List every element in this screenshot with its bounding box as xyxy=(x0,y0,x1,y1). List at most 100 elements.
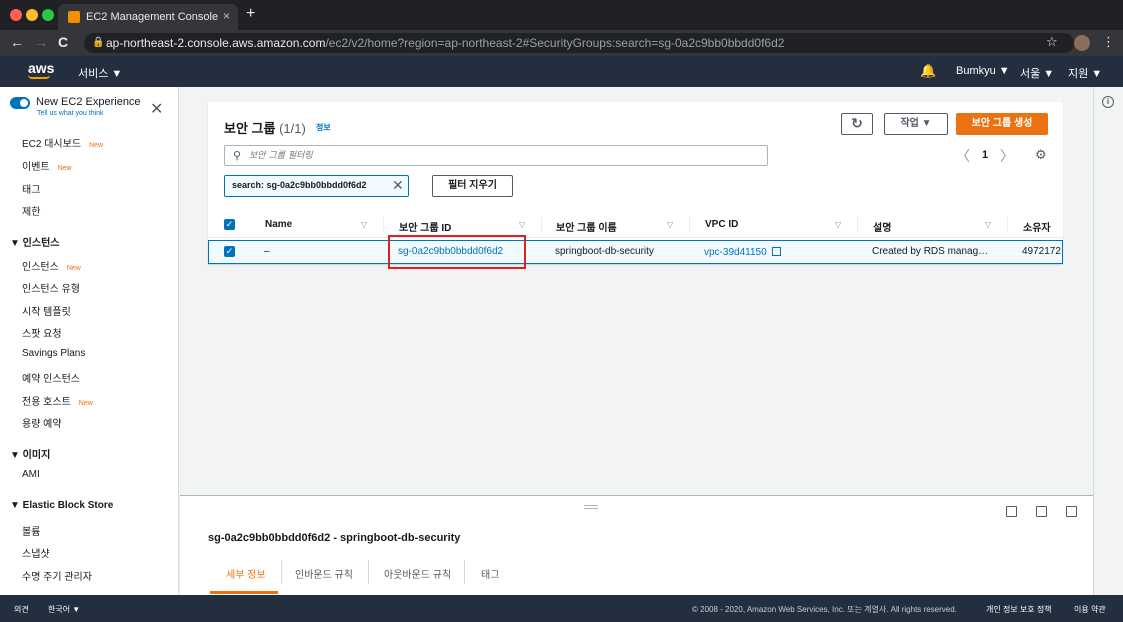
url-field[interactable]: 🔒 ap-northeast-2.console.aws.amazon.com/e… xyxy=(84,33,1074,53)
bell-icon[interactable]: 🔔 xyxy=(920,63,936,79)
sidebar-item-dedicated-hosts[interactable]: 전용 호스트 New xyxy=(22,393,93,408)
col-vpc-id[interactable]: VPC ID xyxy=(705,219,738,230)
new-experience-toggle[interactable] xyxy=(10,97,30,109)
refresh-button[interactable]: ↻ xyxy=(841,113,873,135)
close-sidebar-icon[interactable]: ✕ xyxy=(150,99,163,119)
details-title: sg-0a2c9bb0bbdd0f6d2 - springboot-db-sec… xyxy=(208,532,461,544)
feedback-link[interactable]: 의견 xyxy=(14,604,29,615)
table-row[interactable]: ✓ – sg-0a2c9bb0bbdd0f6d2 springboot-db-s… xyxy=(208,240,1063,264)
gear-icon[interactable]: ⚙ xyxy=(1035,147,1047,163)
actions-button[interactable]: 작업 ▼ xyxy=(884,113,948,135)
sidebar-item-volumes[interactable]: 볼륨 xyxy=(22,523,40,538)
forward-button[interactable]: → xyxy=(34,34,48,50)
filter-input-box[interactable]: ⚲ xyxy=(224,145,768,166)
minimize-window-icon[interactable] xyxy=(26,9,38,21)
privacy-link[interactable]: 개인 정보 보호 정책 xyxy=(986,604,1052,615)
col-group-name[interactable]: 보안 그룹 이름 xyxy=(556,219,617,234)
user-menu[interactable]: Bumkyu ▼ xyxy=(956,65,1010,77)
info-link[interactable]: 정보 xyxy=(316,122,331,133)
aws-logo[interactable]: aws xyxy=(28,60,54,79)
sort-icon[interactable]: ▽ xyxy=(361,220,367,229)
sort-icon[interactable]: ▽ xyxy=(835,220,841,229)
close-tab-icon[interactable]: × xyxy=(223,9,230,23)
sidebar-item-lifecycle-manager[interactable]: 수명 주기 관리자 xyxy=(22,568,92,583)
browser-menu-icon[interactable]: ⋮ xyxy=(1102,34,1115,50)
support-menu[interactable]: 지원 ▼ xyxy=(1068,65,1102,81)
sidebar-item-instance-types[interactable]: 인스턴스 유형 xyxy=(22,280,80,295)
tell-us-link[interactable]: Tell us what you think xyxy=(37,110,104,117)
address-bar-row: ← → C 🔒 ap-northeast-2.console.aws.amazon… xyxy=(0,30,1123,56)
new-experience-label: New EC2 Experience xyxy=(36,96,141,108)
url-host: ap-northeast-2.console.aws.amazon.com xyxy=(106,36,326,50)
table-header: ✓ Name ▽ 보안 그룹 ID ▽ 보안 그룹 이름 ▽ VPC ID ▽ … xyxy=(208,212,1063,238)
sidebar-section-ebs[interactable]: ▼ Elastic Block Store xyxy=(10,500,113,511)
reload-button[interactable]: C xyxy=(58,34,68,50)
sidebar-item-dashboard[interactable]: EC2 대시보드 New xyxy=(22,135,103,150)
create-security-group-button[interactable]: 보안 그룹 생성 xyxy=(956,113,1048,135)
filter-input[interactable] xyxy=(249,148,749,163)
prev-page-button[interactable]: 〈 xyxy=(956,146,970,166)
sidebar: New EC2 Experience Tell us what you thin… xyxy=(0,87,179,595)
info-panel-icon[interactable]: i xyxy=(1102,96,1114,108)
language-select[interactable]: 한국어 ▼ xyxy=(48,604,80,615)
col-group-id[interactable]: 보안 그룹 ID xyxy=(399,219,451,234)
panel-full-icon[interactable] xyxy=(1066,506,1077,517)
profile-avatar[interactable] xyxy=(1074,35,1090,51)
remove-token-icon[interactable]: ✕ xyxy=(392,177,404,194)
tab-tags[interactable]: 태그 xyxy=(481,566,499,581)
tab-inbound-rules[interactable]: 인바운드 규칙 xyxy=(295,566,353,581)
sidebar-item-ami[interactable]: AMI xyxy=(22,469,40,480)
region-menu[interactable]: 서울 ▼ xyxy=(1020,65,1054,81)
tab-details[interactable]: 세부 정보 xyxy=(226,566,266,581)
sort-icon[interactable]: ▽ xyxy=(667,220,673,229)
close-window-icon[interactable] xyxy=(10,9,22,21)
back-button[interactable]: ← xyxy=(10,34,24,50)
lock-icon: 🔒 xyxy=(92,37,105,48)
panel-side-icon[interactable] xyxy=(1036,506,1047,517)
tab-outbound-rules[interactable]: 아웃바운드 규칙 xyxy=(384,566,451,581)
sidebar-item-tags[interactable]: 태그 xyxy=(22,181,40,196)
row-checkbox[interactable]: ✓ xyxy=(224,246,235,257)
active-tab-indicator xyxy=(210,591,278,594)
sidebar-item-instances[interactable]: 인스턴스 New xyxy=(22,258,81,273)
col-name[interactable]: Name xyxy=(265,219,292,230)
sidebar-section-instances[interactable]: ▼ 인스턴스 xyxy=(10,234,59,249)
cell-description: Created by RDS manag… xyxy=(872,246,989,257)
page-number[interactable]: 1 xyxy=(982,149,988,161)
services-menu[interactable]: 서비스 ▼ xyxy=(78,65,122,81)
sort-icon[interactable]: ▽ xyxy=(519,220,525,229)
clear-filters-button[interactable]: 필터 지우기 xyxy=(432,175,513,197)
bookmark-star-icon[interactable]: ☆ xyxy=(1046,34,1058,50)
sidebar-item-snapshots[interactable]: 스냅샷 xyxy=(22,545,50,560)
cell-vpc-id[interactable]: vpc-39d41150 xyxy=(704,246,781,258)
highlight-box xyxy=(388,235,526,269)
sidebar-item-spot-requests[interactable]: 스팟 요청 xyxy=(22,325,62,340)
sidebar-item-savings-plans[interactable]: Savings Plans xyxy=(22,348,85,359)
sort-icon[interactable]: ▽ xyxy=(985,220,991,229)
sidebar-item-events[interactable]: 이벤트 New xyxy=(22,158,72,173)
browser-tab[interactable]: EC2 Management Console × xyxy=(58,4,238,30)
select-all-checkbox[interactable]: ✓ xyxy=(224,219,235,230)
new-tab-button[interactable]: + xyxy=(246,5,255,23)
cell-name: – xyxy=(264,246,270,257)
aws-favicon-icon xyxy=(68,11,80,23)
sidebar-item-capacity-reservations[interactable]: 용량 예약 xyxy=(22,415,62,430)
maximize-window-icon[interactable] xyxy=(42,9,54,21)
details-split-panel: sg-0a2c9bb0bbdd0f6d2 - springboot-db-sec… xyxy=(180,495,1093,595)
page-title: 보안 그룹 (1/1) xyxy=(224,121,306,136)
aws-top-nav: aws 서비스 ▼ 🔔 Bumkyu ▼ 서울 ▼ 지원 ▼ xyxy=(0,56,1123,87)
sidebar-item-reserved-instances[interactable]: 예약 인스턴스 xyxy=(22,370,80,385)
terms-link[interactable]: 이용 약관 xyxy=(1074,604,1106,615)
cell-group-name: springboot-db-security xyxy=(555,246,654,257)
col-owner[interactable]: 소유자 xyxy=(1023,219,1051,234)
resize-handle[interactable] xyxy=(584,505,598,509)
sidebar-item-limits[interactable]: 제한 xyxy=(22,203,40,218)
sidebar-item-launch-templates[interactable]: 시작 템플릿 xyxy=(22,303,71,318)
browser-tab-bar: EC2 Management Console × + xyxy=(0,0,1123,30)
panel-bottom-icon[interactable] xyxy=(1006,506,1017,517)
footer: 의견 한국어 ▼ © 2008 - 2020, Amazon Web Servi… xyxy=(0,595,1123,622)
next-page-button[interactable]: 〉 xyxy=(1000,146,1014,166)
col-description[interactable]: 설명 xyxy=(873,219,891,234)
sidebar-section-images[interactable]: ▼ 이미지 xyxy=(10,446,50,461)
filter-token-label: search: sg-0a2c9bb0bbdd0f6d2 xyxy=(232,180,367,190)
